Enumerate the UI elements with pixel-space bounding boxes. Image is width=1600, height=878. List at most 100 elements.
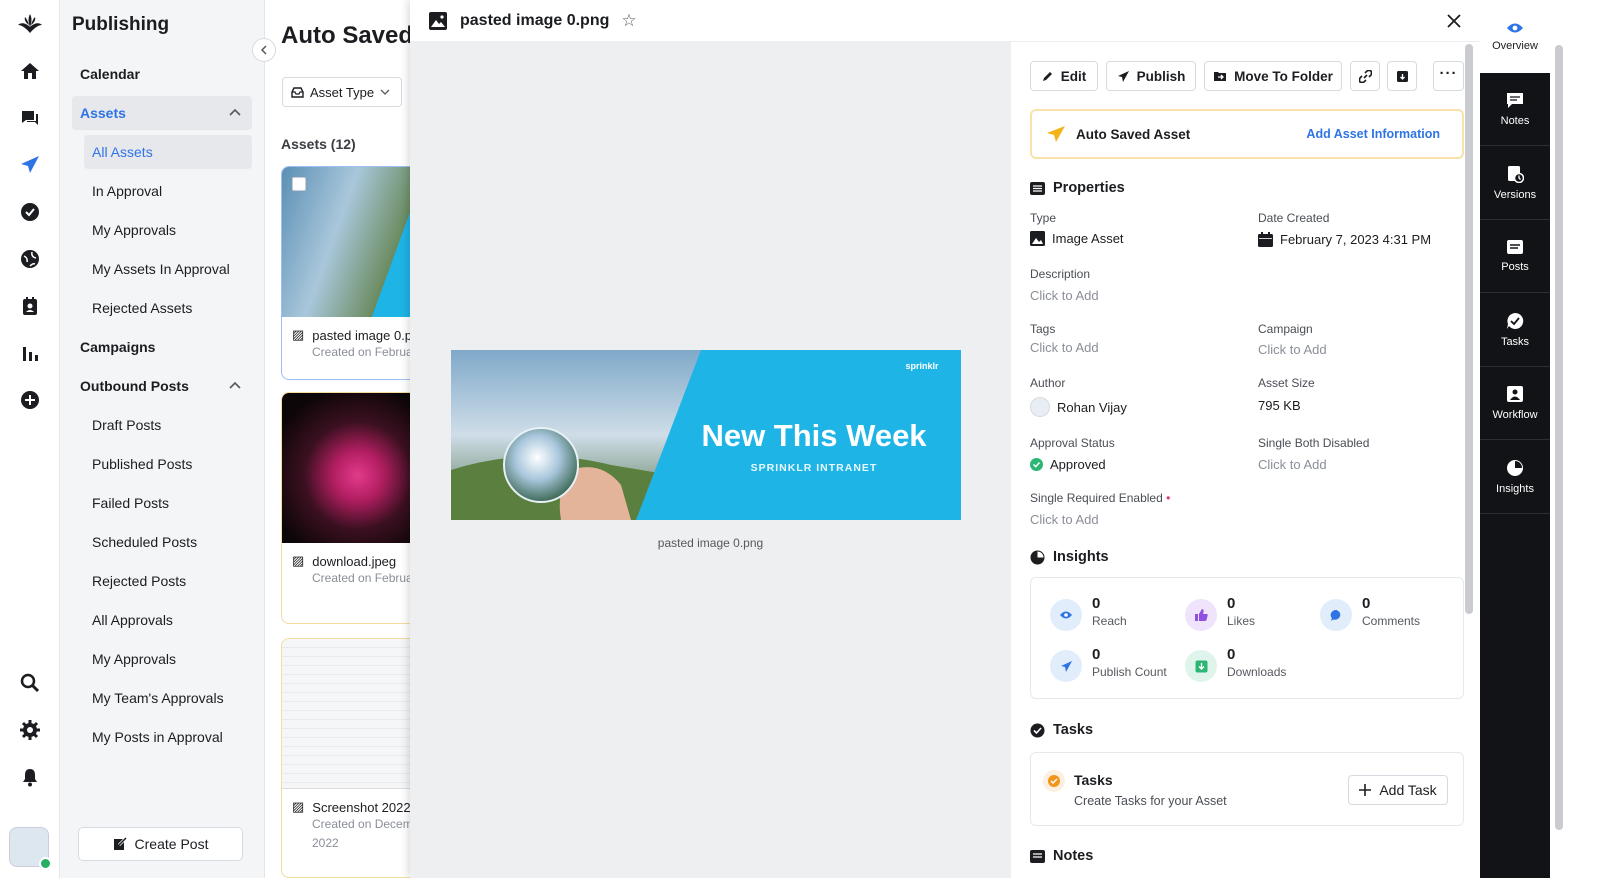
copy-link-button[interactable] <box>1350 61 1380 91</box>
tab-label: Workflow <box>1492 409 1538 421</box>
campaign-value[interactable]: Click to Add <box>1258 342 1327 357</box>
asset-thumbnail <box>282 393 410 543</box>
list-icon <box>1030 181 1045 195</box>
globe-icon[interactable] <box>17 246 43 272</box>
banner-headline: New This Week <box>701 418 927 453</box>
create-post-button[interactable]: Create Post <box>78 827 243 861</box>
stat-value: 0 <box>1092 646 1101 663</box>
sprinklr-logo-icon[interactable] <box>17 11 43 37</box>
tab-tasks[interactable]: Tasks <box>1480 294 1550 367</box>
image-file-icon: ▨ <box>292 799 305 814</box>
description-label: Description <box>1030 267 1091 281</box>
add-task-label: Add Task <box>1379 782 1437 798</box>
single-required-enabled-value[interactable]: Click to Add <box>1030 512 1099 527</box>
nav-item-my-approvals[interactable]: My Approvals <box>84 213 252 247</box>
comment-icon <box>1320 599 1352 631</box>
nav-item-my-posts-in-approval[interactable]: My Posts in Approval <box>84 720 252 754</box>
nav-item-rejected-posts[interactable]: Rejected Posts <box>84 564 252 598</box>
user-avatar[interactable] <box>9 827 52 870</box>
asset-name: download.jpeg <box>312 553 397 569</box>
nav-item-draft-posts[interactable]: Draft Posts <box>84 408 252 442</box>
tags-value[interactable]: Click to Add <box>1030 340 1099 355</box>
check-circle-icon[interactable] <box>17 199 43 225</box>
add-task-button[interactable]: Add Task <box>1348 775 1448 805</box>
nav-item-rejected-assets[interactable]: Rejected Assets <box>84 291 252 325</box>
stat-label: Publish Count <box>1092 665 1167 679</box>
tab-insights[interactable]: Insights <box>1480 441 1550 514</box>
star-icon[interactable]: ☆ <box>621 11 636 31</box>
task-check-icon <box>1030 723 1045 737</box>
details-scrollbar[interactable] <box>1465 44 1473 614</box>
link-icon <box>1358 69 1372 83</box>
bar-chart-icon[interactable] <box>17 340 43 366</box>
notification-bell-icon[interactable] <box>17 764 43 790</box>
asset-type-filter[interactable]: Asset Type <box>282 77 402 107</box>
nav-item-scheduled-posts[interactable]: Scheduled Posts <box>84 525 252 559</box>
nav-item-failed-posts[interactable]: Failed Posts <box>84 486 252 520</box>
chevron-up-icon[interactable] <box>228 106 242 120</box>
add-circle-icon[interactable] <box>17 387 43 413</box>
tab-workflow[interactable]: Workflow <box>1480 367 1550 440</box>
chat-icon[interactable] <box>17 105 43 131</box>
asset-count: Assets (12) <box>281 136 356 152</box>
stat-value: 0 <box>1227 595 1236 612</box>
close-icon[interactable] <box>1444 11 1464 31</box>
asset-card[interactable]: ▨ pasted image 0.png Created on February … <box>281 166 410 380</box>
publish-button[interactable]: Publish <box>1106 61 1196 91</box>
nav-item-my-teams-approvals[interactable]: My Team's Approvals <box>84 681 252 715</box>
tab-notes[interactable]: Notes <box>1480 73 1550 146</box>
description-value[interactable]: Click to Add <box>1030 288 1099 303</box>
nav-item-all-approvals[interactable]: All Approvals <box>84 603 252 637</box>
asset-card[interactable]: ▨ Screenshot 2022 Created on December 202… <box>281 638 410 878</box>
move-to-folder-button[interactable]: Move To Folder <box>1204 61 1342 91</box>
asset-card[interactable]: ▨ download.jpeg Created on February 7, 20… <box>281 392 410 624</box>
plus-icon <box>1359 784 1372 796</box>
image-preview-area: New This Week SPRINKLR INTRANET sprinklr… <box>410 42 1011 878</box>
more-options-button[interactable]: ··· <box>1433 61 1464 91</box>
page-scrollbar[interactable] <box>1555 45 1563 830</box>
nav-item-my-approvals-posts[interactable]: My Approvals <box>84 642 252 676</box>
edit-button[interactable]: Edit <box>1030 61 1098 91</box>
single-both-disabled-value[interactable]: Click to Add <box>1258 457 1327 472</box>
publishing-nav: Publishing Calendar Assets All Assets In… <box>60 0 265 878</box>
contact-card-icon[interactable] <box>17 293 43 319</box>
banner-brand: sprinklr <box>905 361 939 371</box>
archive-button[interactable] <box>1387 61 1417 91</box>
properties-title: Properties <box>1053 180 1125 196</box>
settings-gear-icon[interactable] <box>17 717 43 743</box>
home-icon[interactable] <box>17 58 43 84</box>
auto-saved-label: Auto Saved Asset <box>1076 126 1191 142</box>
publish-send-icon[interactable] <box>17 152 43 178</box>
campaign-label: Campaign <box>1258 322 1313 336</box>
notes-heading: Notes <box>1030 848 1093 864</box>
chevron-up-icon[interactable] <box>228 379 242 393</box>
nav-item-in-approval[interactable]: In Approval <box>84 174 252 208</box>
nav-item-my-assets-in-approval[interactable]: My Assets In Approval <box>84 252 252 286</box>
image-icon <box>1030 231 1045 246</box>
search-icon[interactable] <box>17 670 43 696</box>
properties-heading: Properties <box>1030 180 1125 196</box>
image-file-icon: ▨ <box>292 327 305 342</box>
nav-item-outbound-posts[interactable]: Outbound Posts <box>72 369 252 403</box>
nav-item-calendar[interactable]: Calendar <box>72 57 252 91</box>
date-created-value: February 7, 2023 4:31 PM <box>1258 232 1431 247</box>
archive-icon <box>1396 70 1408 82</box>
tab-versions[interactable]: Versions <box>1480 147 1550 220</box>
asset-select-checkbox[interactable] <box>292 177 306 191</box>
collapse-nav-button[interactable] <box>252 38 276 62</box>
nav-item-all-assets[interactable]: All Assets <box>84 135 252 169</box>
nav-item-campaigns[interactable]: Campaigns <box>72 330 252 364</box>
nav-item-assets[interactable]: Assets <box>72 96 252 130</box>
task-check-icon <box>1507 312 1524 329</box>
asset-size-value: 795 KB <box>1258 398 1301 413</box>
stat-downloads: 0 Downloads <box>1185 646 1286 682</box>
pie-chart-icon <box>1030 550 1045 564</box>
tasks-heading: Tasks <box>1030 722 1093 738</box>
tab-overview[interactable]: Overview <box>1480 0 1550 73</box>
tab-posts[interactable]: Posts <box>1480 220 1550 293</box>
compose-icon <box>113 837 127 850</box>
nav-item-published-posts[interactable]: Published Posts <box>84 447 252 481</box>
notes-title: Notes <box>1053 848 1094 864</box>
asset-size-label: Asset Size <box>1258 376 1315 390</box>
add-asset-information-link[interactable]: Add Asset Information <box>1306 127 1440 141</box>
